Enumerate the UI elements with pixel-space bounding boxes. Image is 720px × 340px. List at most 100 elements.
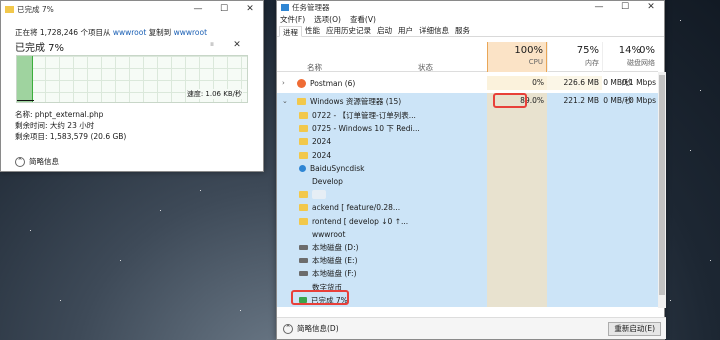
child-window-row[interactable]: 0725 - Windows 10 下 Redi...	[277, 122, 487, 135]
copy-window-title: 已完成 7%	[17, 4, 54, 14]
cpu-total: 100%	[514, 45, 543, 56]
tm-close-button[interactable]: ✕	[638, 2, 664, 12]
time-remaining: 剩余时间: 大约 23 小时	[15, 121, 95, 130]
folder-icon	[299, 204, 308, 212]
child-window-row[interactable]: rontend [ develop ↓0 ↑...	[277, 215, 487, 228]
child-window-label: 本地磁盘 (D:)	[312, 243, 359, 252]
child-window-row[interactable]: 本地磁盘 (E:)	[277, 254, 487, 267]
folder-icon	[299, 178, 308, 185]
task-highlight-box	[291, 290, 349, 305]
fewer-details-button[interactable]: ⌃ 简略信息(D)	[283, 323, 339, 334]
child-window-label: 2024	[312, 150, 332, 160]
tm-footer: ⌃ 简略信息(D) 重新启动(E)	[277, 317, 666, 339]
dest-link[interactable]: wwwroot	[174, 28, 207, 37]
col-cpu[interactable]: 100% CPU	[487, 42, 547, 72]
child-window-row[interactable]: 0722 - 【订单管理-订单列表...	[277, 109, 487, 122]
cancel-icon[interactable]: ✕	[231, 40, 243, 50]
menu-bar: 文件(F) 选项(O) 查看(V)	[277, 13, 664, 25]
status-prefix: 正在将 1,728,246 个项目从	[15, 28, 111, 37]
child-window-label: 0725 - Windows 10 下 Redi...	[312, 124, 420, 134]
tab-users[interactable]: 用户	[395, 25, 416, 36]
tab-processes[interactable]: 进程	[279, 26, 302, 37]
child-window-label: Develop	[312, 177, 343, 186]
folder-icon	[299, 191, 308, 199]
process-name: Windows 资源管理器 (15)	[297, 96, 401, 107]
explorer-net: 0 Mbps	[628, 96, 656, 105]
child-window-row[interactable]: BaiduSyncdisk	[277, 162, 487, 175]
chevron-up-icon: ⌃	[283, 323, 293, 334]
child-window-row[interactable]	[277, 188, 487, 201]
chevron-up-icon: ⌃	[15, 156, 25, 167]
maximize-button[interactable]: ☐	[211, 4, 237, 14]
net-total: 0%	[639, 45, 655, 56]
folder-icon	[299, 151, 308, 159]
child-window-label: ackend [ feature/0.28...	[312, 203, 401, 213]
tab-services[interactable]: 服务	[452, 25, 473, 36]
folder-icon	[299, 164, 306, 172]
tab-performance[interactable]: 性能	[302, 25, 323, 36]
status-mid: 复制到	[148, 28, 172, 37]
tm-window-title: 任务管理器	[292, 2, 330, 12]
postman-label: Postman (6)	[310, 78, 356, 88]
child-window-label: wwwroot	[312, 229, 346, 239]
obscured-label	[312, 190, 326, 200]
process-row-postman[interactable]: › Postman (6) 0% 226.6 MB 0 MB/秒 0.1 Mbp…	[277, 76, 658, 90]
tab-app-history[interactable]: 应用历史记录	[323, 25, 374, 36]
percent-heading: 已完成 7%	[15, 43, 65, 54]
fewer-details-toggle[interactable]: ⌃ 简略信息	[15, 156, 59, 167]
folder-icon	[299, 138, 308, 146]
details-label: 简略信息	[29, 157, 59, 166]
scroll-thumb[interactable]	[659, 75, 665, 295]
vertical-scrollbar[interactable]	[658, 72, 666, 308]
expand-chevron-icon[interactable]: ›	[282, 79, 285, 87]
pause-icon[interactable]: ⏸	[206, 40, 218, 50]
child-window-label: 本地磁盘 (F:)	[312, 269, 357, 279]
drive-icon	[299, 271, 308, 277]
child-window-row[interactable]: wwwroot	[277, 228, 487, 241]
process-row-explorer[interactable]: ⌄ Windows 资源管理器 (15) 89.0% 221.2 MB 0 MB…	[277, 94, 658, 108]
child-window-row[interactable]: 2024	[277, 149, 487, 162]
speed-readout: 速度: 1.06 KB/秒	[185, 89, 243, 99]
progress-fill	[17, 56, 34, 102]
tab-startup[interactable]: 启动	[374, 25, 395, 36]
drive-icon	[299, 258, 308, 264]
cpu-highlight-box	[493, 93, 527, 108]
child-window-row[interactable]: 本地磁盘 (D:)	[277, 241, 487, 254]
child-window-row[interactable]: Develop	[277, 175, 487, 188]
menu-file[interactable]: 文件(F)	[280, 14, 305, 25]
child-window-label: rontend [ develop ↓0 ↑...	[312, 216, 409, 226]
folder-icon	[299, 112, 308, 119]
postman-net: 0.1 Mbps	[621, 78, 656, 87]
col-status[interactable]: 状态	[418, 62, 433, 73]
items-remaining: 剩余项目: 1,583,579 (20.6 GB)	[15, 132, 127, 141]
child-window-row[interactable]: 2024	[277, 135, 487, 148]
collapse-chevron-icon[interactable]: ⌄	[282, 97, 288, 105]
tab-details[interactable]: 详细信息	[416, 25, 452, 36]
child-window-row[interactable]: 本地磁盘 (F:)	[277, 267, 487, 280]
mem-total: 75%	[576, 45, 599, 56]
explorer-icon	[297, 97, 306, 105]
child-window-row[interactable]: ackend [ feature/0.28...	[277, 201, 487, 214]
restart-button[interactable]: 重新启动(E)	[608, 322, 661, 336]
tm-maximize-button[interactable]: ☐	[612, 2, 638, 12]
col-name[interactable]: 名称	[307, 62, 322, 73]
menu-view[interactable]: 查看(V)	[350, 14, 376, 25]
close-button[interactable]: ✕	[237, 4, 263, 14]
col-memory[interactable]: 75% 内存	[547, 42, 602, 72]
col-network[interactable]: 0% 网络	[632, 42, 658, 72]
minimize-button[interactable]: —	[185, 4, 211, 14]
source-link[interactable]: wwwroot	[113, 28, 146, 37]
folder-icon	[299, 231, 308, 238]
folder-icon	[299, 125, 308, 133]
copy-titlebar[interactable]: 已完成 7% — ☐ ✕	[1, 1, 263, 17]
metrics-band	[547, 93, 658, 307]
speed-line	[17, 100, 34, 101]
copy-icon	[5, 5, 14, 13]
menu-options[interactable]: 选项(O)	[314, 14, 341, 25]
tm-minimize-button[interactable]: —	[586, 2, 612, 12]
mem-label: 内存	[585, 59, 599, 67]
file-name: 名称: phpt_external.php	[15, 110, 104, 119]
child-window-label: BaiduSyncdisk	[310, 163, 365, 173]
copy-progress-dialog: 已完成 7% — ☐ ✕ 正在将 1,728,246 个项目从 wwwroot …	[0, 0, 264, 172]
tm-titlebar[interactable]: 任务管理器 — ☐ ✕	[277, 1, 664, 13]
